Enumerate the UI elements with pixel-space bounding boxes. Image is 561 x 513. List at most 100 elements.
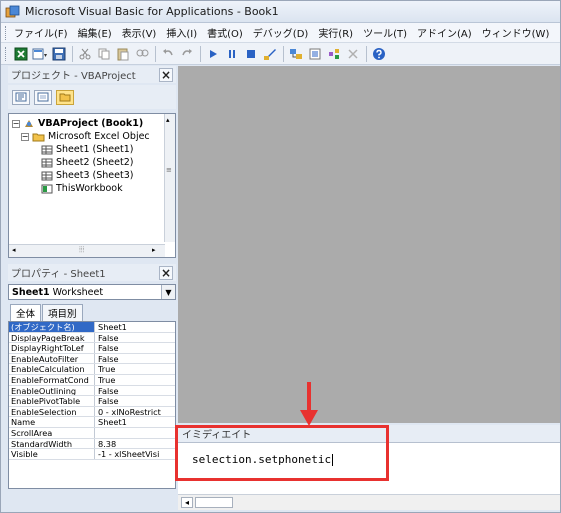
run-icon[interactable] [204,45,222,63]
property-value[interactable]: True [95,375,175,384]
property-value[interactable]: -1 - xlSheetVisi [95,449,175,458]
property-row[interactable]: EnableAutoFilter False [9,353,175,365]
property-row[interactable]: EnableCalculation True [9,364,175,375]
property-key: Visible [9,449,95,459]
property-value[interactable]: False [95,333,175,342]
immediate-input-area[interactable]: selection.setphonetic [178,442,560,494]
property-value[interactable]: False [95,343,175,352]
tree-folder-excel-objects[interactable]: − Microsoft Excel Objec [21,130,150,143]
menu-window[interactable]: ウィンドウ(W) [482,25,550,40]
toggle-folders-button[interactable] [56,89,74,105]
project-tree: − VBAProject (Book1) − Microsoft Excel O… [8,113,176,258]
redo-icon[interactable] [178,45,196,63]
paste-icon[interactable] [114,45,132,63]
scroll-up-icon[interactable]: ▴ [166,116,170,124]
tree-item-sheet1[interactable]: Sheet1 (Sheet1) [41,143,133,156]
close-icon[interactable]: × [159,67,173,82]
property-row[interactable]: EnableSelection 0 - xlNoRestrict [9,406,175,418]
help-icon[interactable] [370,45,388,63]
menu-view[interactable]: 表示(V) [122,25,157,40]
property-row[interactable]: Visible -1 - xlSheetVisi [9,449,175,460]
object-browser-icon[interactable] [325,45,343,63]
property-value[interactable]: False [95,354,175,363]
property-value[interactable]: Sheet1 [95,417,175,427]
sheet-icon [41,171,53,180]
save-icon[interactable] [50,45,68,63]
collapse-icon[interactable]: − [12,119,20,128]
design-mode-icon[interactable] [261,45,279,63]
tab-alphabetic[interactable]: 全体 [10,304,42,321]
immediate-input-line[interactable]: selection.setphonetic [192,453,334,466]
view-code-button[interactable] [12,89,30,105]
property-row[interactable]: Name Sheet1 [9,417,175,428]
project-tree-horizontal-scrollbar[interactable]: ◂ ⦙⦙⦙ ▸ [9,244,165,257]
menu-addins[interactable]: アドイン(A) [417,25,472,40]
property-row[interactable]: ScrollArea [9,427,175,439]
copy-icon[interactable] [95,45,113,63]
property-row[interactable]: DisplayPageBreak False [9,332,175,344]
property-row[interactable]: DisplayRightToLef False [9,343,175,354]
property-row[interactable]: EnableFormatCond True [9,374,175,386]
toolbar-grip[interactable] [5,46,8,61]
project-tree-vertical-scrollbar[interactable]: ▴ ≡ [164,114,175,242]
toolbox-icon[interactable] [344,45,362,63]
property-value[interactable]: 0 - xlNoRestrict [95,407,175,416]
scroll-left-icon[interactable]: ◂ [181,497,193,508]
properties-tabs: 全体 項目別 [8,303,176,321]
property-row[interactable]: (オブジェクト名) Sheet1 [9,322,175,333]
menu-format[interactable]: 書式(O) [207,25,243,40]
object-name: Sheet1 [12,286,50,298]
tree-root-vbaproject[interactable]: − VBAProject (Book1) [12,117,143,130]
property-row[interactable]: EnableOutlining False [9,385,175,397]
code-workspace [178,66,560,423]
property-key: EnableOutlining [9,385,95,396]
scroll-left-icon[interactable]: ◂ [12,246,16,254]
collapse-icon[interactable]: − [21,132,29,141]
menu-file[interactable]: ファイル(F) [14,25,68,40]
scroll-thumb-icon[interactable]: ⦙⦙⦙ [79,245,84,255]
project-explorer-icon[interactable] [287,45,305,63]
property-value[interactable]: Sheet1 [95,322,175,331]
immediate-horizontal-scrollbar[interactable]: ◂ [178,494,560,510]
tab-categorized[interactable]: 項目別 [42,304,83,321]
property-row[interactable]: EnablePivotTable False [9,396,175,407]
menu-insert[interactable]: 挿入(I) [166,25,197,40]
excel-icon[interactable] [12,45,30,63]
property-value[interactable]: True [95,364,175,374]
menu-edit[interactable]: 編集(E) [78,25,112,40]
menu-tools[interactable]: ツール(T) [363,25,407,40]
menu-grip[interactable] [5,25,8,40]
property-key: EnableAutoFilter [9,353,95,364]
project-pane-title: プロジェクト - VBAProject [11,71,136,82]
undo-icon[interactable] [159,45,177,63]
property-value[interactable]: False [95,386,175,395]
text-caret [332,454,334,466]
scroll-thumb-icon[interactable]: ≡ [166,166,172,174]
tree-item-label: ThisWorkbook [56,183,123,194]
property-row[interactable]: StandardWidth 8.38 [9,438,175,450]
properties-icon[interactable] [306,45,324,63]
find-icon[interactable] [133,45,151,63]
tree-folder-label: Microsoft Excel Objec [48,131,150,142]
tree-item-sheet3[interactable]: Sheet3 (Sheet3) [41,169,133,182]
tree-item-thisworkbook[interactable]: ThisWorkbook [41,182,123,195]
property-value[interactable] [95,428,175,438]
view-object-button[interactable] [34,89,52,105]
property-key: DisplayPageBreak [9,332,95,343]
insert-module-icon[interactable] [31,45,49,63]
break-icon[interactable] [223,45,241,63]
close-icon[interactable]: × [159,265,173,280]
tree-item-sheet2[interactable]: Sheet2 (Sheet2) [41,156,133,169]
chevron-down-icon[interactable]: ▼ [161,285,175,299]
scroll-right-icon[interactable]: ▸ [152,246,156,254]
cut-icon[interactable] [76,45,94,63]
toolbar-separator [72,45,73,62]
scroll-thumb[interactable] [195,497,233,508]
property-value[interactable]: False [95,396,175,405]
menu-run[interactable]: 実行(R) [318,25,353,40]
object-select[interactable]: Sheet1 Worksheet ▼ [8,284,176,300]
reset-icon[interactable] [242,45,260,63]
menu-debug[interactable]: デバッグ(D) [253,25,309,40]
menu-bar: ファイル(F) 編集(E) 表示(V) 挿入(I) 書式(O) デバッグ(D) … [1,23,560,43]
property-value[interactable]: 8.38 [95,439,175,448]
